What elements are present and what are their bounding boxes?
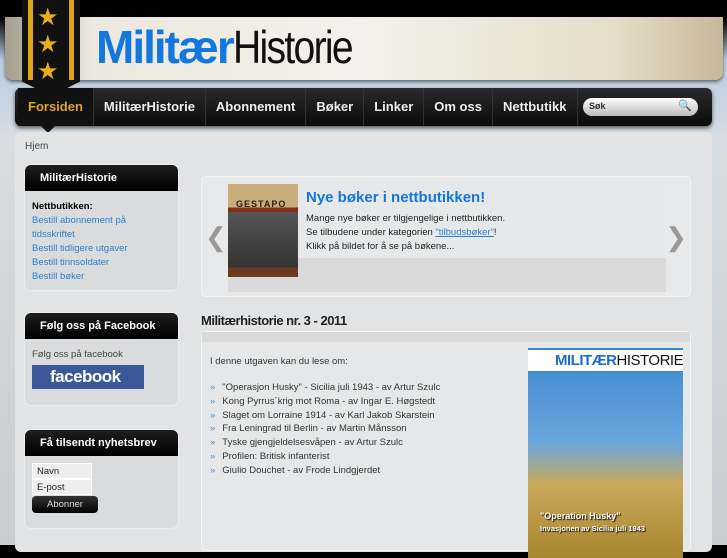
link-tinnsoldater[interactable]: Bestill tinnsoldater [32,256,171,270]
slide-line-2: Se tilbudene under kategorien [306,227,436,238]
list-item: Giulio Douchet - av Frode Lindgjerdet [210,464,440,478]
nav-nettbutikk[interactable]: Nettbutikk [493,88,578,126]
sidebar-box-facebook: Følg oss på Facebook Følg oss på faceboo… [25,313,178,405]
list-item: Profilen: Britisk infanterist [210,450,440,464]
top-bar [0,0,727,18]
link-boker[interactable]: Bestill bøker [32,270,171,284]
slide-line-1: Mange nye bøker er tilgjengelige i nettb… [306,213,506,224]
book-cover-image[interactable]: GESTAPO [228,184,298,277]
list-item: Slaget om Lorraine 1914 - av Karl Jakob … [210,409,440,423]
breadcrumb[interactable]: Hjem [25,141,48,152]
site-logo[interactable]: MilitærHistorie [96,22,373,72]
slide: GESTAPO Nye bøker i nettbutikken! Mange … [228,184,666,292]
news-slider: ❮ ❯ GESTAPO Nye bøker i nettbutikken! Ma… [201,176,691,297]
list-item: "Operasjon Husky" - Sicilia juli 1943 - … [210,381,440,395]
article-title[interactable]: Militærhistorie nr. 3 - 2011 [201,313,347,328]
box-title: Få tilsendt nyhetsbrev [25,430,178,456]
link-abonnement[interactable]: Bestill abonnement på tidsskriftet [32,214,171,242]
nav-abonnement[interactable]: Abonnement [206,88,307,126]
search-icon[interactable]: 🔍 [678,99,692,112]
slide-line-3: Klikk på bildet for å se på bøkene... [306,241,455,252]
chevron-right-icon[interactable]: ❯ [665,222,687,253]
name-field[interactable]: Navn [32,463,92,479]
nav-forsiden[interactable]: Forsiden [18,88,94,133]
list-item: Tyske gjengjeldelsesvåpen - av Artur Szu… [210,436,440,450]
box-subtitle: Nettbutikken: [32,201,93,212]
nav-militaerhistorie[interactable]: MilitærHistorie [94,88,206,126]
slide-line-2-end: ! [493,227,497,238]
search-input[interactable]: Søk 🔍 [583,98,698,116]
main-nav: Forsiden MilitærHistorie Abonnement Bøke… [15,88,712,133]
subscribe-button[interactable]: Abonner [32,496,98,513]
facebook-button[interactable]: facebook [32,365,144,389]
link-tidligere-utgaver[interactable]: Bestill tidligere utgaver [32,242,171,256]
search-placeholder: Søk [589,101,606,111]
nav-om-oss[interactable]: Om oss [424,88,493,126]
sidebar-box-newsletter: Få tilsendt nyhetsbrev Navn E-post Abonn… [25,430,178,528]
list-item: Fra Leningrad til Berlin - av Martin Mån… [210,422,440,436]
sidebar-box-militaerhistorie: MilitærHistorie Nettbutikken: Bestill ab… [25,165,178,290]
magazine-cover-image[interactable]: MILITÆRHISTORIE "Operation Husky" Invasj… [528,348,684,558]
cover-subcaption: Invasjonen av Sicilia juli 1943 [540,524,646,533]
logo-text-bold: Militær [96,21,235,73]
cover-mast-2: HISTORIE [616,352,684,369]
email-field[interactable]: E-post [32,479,92,495]
slide-title[interactable]: Nye bøker i nettbutikken! [306,189,485,206]
logo-text-light: Historie [232,21,354,73]
chevron-left-icon[interactable]: ❮ [205,222,227,253]
list-item: Kong Pyrrus´krig mot Roma - av Ingar E. … [210,395,440,409]
article-intro: I denne utgaven kan du lese om: [210,356,348,367]
box-title: Følg oss på Facebook [25,313,178,339]
tilbudsboker-link[interactable]: "tilbudsbøker" [435,227,494,238]
nav-boker[interactable]: Bøker [306,88,365,126]
cover-caption: "Operation Husky" [540,511,621,521]
article-list: "Operasjon Husky" - Sicilia juli 1943 - … [210,381,440,478]
book-title: GESTAPO [236,199,287,209]
facebook-text: Følg oss på facebook [32,349,123,360]
logo-emblem-icon[interactable]: ★ ★ ★ [22,0,80,96]
nav-linker[interactable]: Linker [364,88,425,126]
cover-mast-1: MILITÆR [555,352,617,369]
article-box: I denne utgaven kan du lese om: "Operasj… [201,331,691,558]
box-title: MilitærHistorie [25,165,178,191]
